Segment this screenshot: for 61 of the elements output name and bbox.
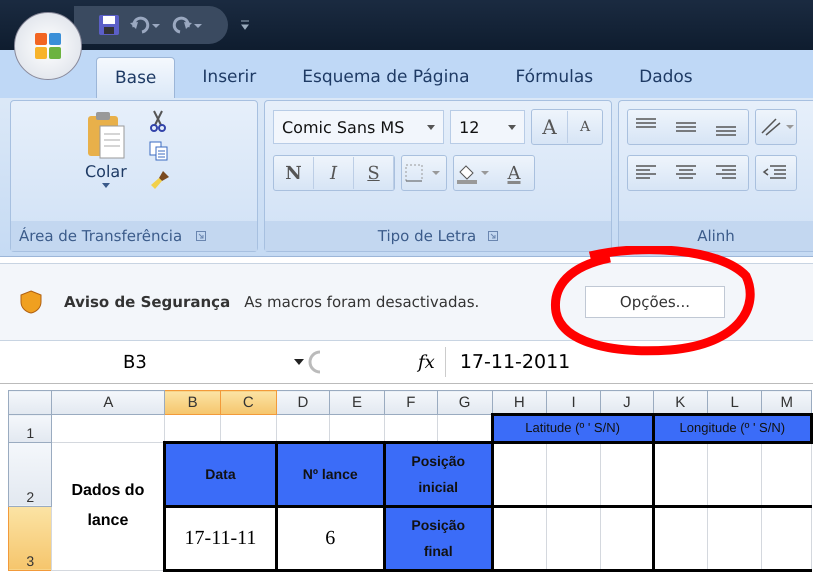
font-style-button[interactable]: I	[314, 157, 354, 189]
group-title: Alinh	[697, 227, 735, 245]
group-title: Área de Transferência	[19, 227, 182, 245]
row-header[interactable]: 1	[8, 414, 52, 442]
name-box[interactable]: B3	[8, 347, 308, 377]
undo-icon[interactable]	[128, 15, 162, 35]
options-button[interactable]: Opções...	[584, 286, 725, 318]
column-header[interactable]: G	[437, 390, 492, 414]
caret-icon	[102, 183, 110, 188]
save-icon[interactable]	[98, 14, 120, 36]
dialog-launcher-icon[interactable]	[488, 231, 498, 241]
brush-icon[interactable]	[148, 169, 171, 191]
clipboard-icon	[86, 110, 126, 160]
font-family-dropdown[interactable]: Comic Sans MS	[273, 110, 444, 144]
security-warning-title: Aviso de Segurança	[64, 293, 230, 311]
caret-icon	[427, 124, 436, 130]
table-cell: Posição inicial	[384, 442, 492, 506]
table-cell: Latitude (º ' S/N)	[492, 414, 654, 442]
customize-caret-icon[interactable]	[240, 19, 250, 31]
ribbon-tab[interactable]: Fórmulas	[496, 56, 612, 98]
font-style-button[interactable]: S	[354, 157, 394, 189]
security-message: As macros foram desactivadas.	[244, 293, 480, 311]
column-header[interactable]: J	[600, 390, 654, 414]
column-header[interactable]: D	[276, 390, 330, 414]
ribbon-tab[interactable]: Inserir	[183, 56, 276, 98]
dialog-launcher-icon[interactable]	[196, 231, 206, 241]
paste-button[interactable]: Colar	[79, 109, 133, 213]
column-header[interactable]: C	[220, 390, 276, 414]
shrink-font-button[interactable]: A	[568, 111, 602, 143]
table-cell: Posição final	[384, 506, 492, 570]
column-header[interactable]: A	[52, 390, 165, 414]
column-header[interactable]: L	[708, 390, 762, 414]
table-cell: Nº lance	[276, 442, 384, 506]
table-cell: Data	[164, 442, 276, 506]
column-header[interactable]: K	[653, 390, 708, 414]
row-header[interactable]: 3	[8, 506, 52, 570]
column-header[interactable]: B	[164, 390, 220, 414]
font-style-button[interactable]: N	[274, 157, 314, 189]
column-header[interactable]: M	[762, 390, 812, 414]
shield-icon	[20, 290, 42, 314]
ribbon-tab[interactable]: Esquema de Página	[283, 56, 488, 98]
office-logo-icon	[33, 31, 63, 61]
font-size-dropdown[interactable]: 12	[450, 110, 525, 144]
ribbon-tab[interactable]: Base	[96, 57, 176, 98]
ribbon-tab[interactable]: Dados	[620, 56, 712, 98]
copy-icon[interactable]	[148, 141, 169, 161]
formula-field[interactable]: 17-11-2011	[444, 347, 813, 377]
row-header[interactable]: 2	[8, 442, 52, 506]
caret-icon	[508, 124, 516, 130]
group-title: Tipo de Letra	[378, 227, 476, 245]
insert-function-button[interactable]: fx	[418, 352, 435, 372]
table-cell[interactable]: 17-11-11	[164, 506, 276, 570]
caret-icon	[294, 359, 304, 365]
scissors-icon[interactable]	[148, 109, 167, 133]
column-header[interactable]: H	[492, 390, 546, 414]
column-header[interactable]: F	[384, 390, 438, 414]
table-cell: Longitude (º ' S/N)	[653, 414, 812, 442]
column-header[interactable]: E	[330, 390, 384, 414]
grow-font-button[interactable]: A	[532, 111, 568, 143]
column-header[interactable]: I	[546, 390, 601, 414]
redo-icon[interactable]	[170, 15, 204, 35]
